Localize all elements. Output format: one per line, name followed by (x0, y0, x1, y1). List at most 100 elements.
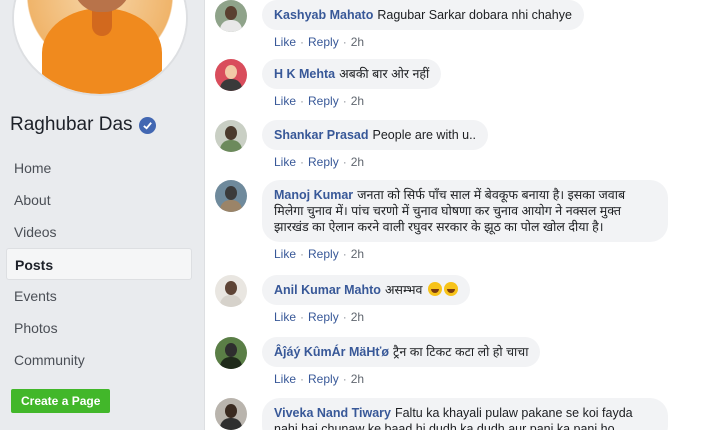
separator: · (300, 372, 305, 386)
comment-actions: Like · Reply · 2h (262, 35, 584, 49)
comment-actions: Like · Reply · 2h (262, 94, 441, 108)
like-link[interactable]: Like (274, 94, 296, 108)
comment: Âĵáý KûmÁr MäHťø ट्रैन का टिकट कटा लो हो … (215, 337, 541, 386)
comment-body: H K Mehta अबकी बार ओर नहीं Like · Reply · 2h (262, 59, 442, 108)
comment-text: ट्रैन का टिकट कटा लो हो चाचा (393, 345, 529, 359)
avatar[interactable] (215, 120, 247, 152)
avatar-body (220, 357, 242, 369)
reply-link[interactable]: Reply (308, 372, 339, 386)
separator: · (300, 310, 305, 324)
comment-body: Kashyab Mahato Ragubar Sarkar dobara nhi … (262, 0, 584, 49)
profile-photo (12, 0, 188, 96)
nav-item-events[interactable]: Events (6, 280, 192, 312)
nav-item-photos[interactable]: Photos (6, 312, 192, 344)
comment-timestamp[interactable]: 2h (351, 247, 364, 261)
comment-bubble: Shankar Prasad People are with u.. (262, 120, 489, 150)
comment-actions: Like · Reply · 2h (262, 247, 668, 261)
comment: Viveka Nand Tiwary Faltu ka khayali pulaw… (215, 398, 668, 430)
comment-body: Anil Kumar Mahto असम्भव Like · Reply · 2h (262, 275, 470, 324)
comment-bubble: Kashyab Mahato Ragubar Sarkar dobara nhi … (262, 0, 584, 30)
comment: Manoj Kumar जनता को सिर्फ पाँच साल में बे… (215, 180, 668, 261)
comment-body: Manoj Kumar जनता को सिर्फ पाँच साल में बे… (262, 180, 668, 261)
separator: · (300, 247, 305, 261)
avatar-head (225, 186, 237, 200)
comment-bubble: Âĵáý KûmÁr MäHťø ट्रैन का टिकट कटा लो हो … (262, 337, 541, 367)
verified-badge-icon (138, 116, 156, 134)
comment: Anil Kumar Mahto असम्भव Like · Reply · 2h (215, 275, 470, 324)
comment-actions: Like · Reply · 2h (262, 155, 488, 169)
comment-timestamp[interactable]: 2h (351, 372, 364, 386)
separator: · (342, 35, 347, 49)
separator: · (300, 35, 305, 49)
separator: · (342, 310, 347, 324)
comment: Shankar Prasad People are with u.. Like · R… (215, 120, 489, 169)
avatar-head (225, 126, 237, 140)
nav-item-videos[interactable]: Videos (6, 216, 192, 248)
comment-bubble: H K Mehta अबकी बार ओर नहीं (262, 59, 442, 89)
reply-link[interactable]: Reply (308, 310, 339, 324)
avatar[interactable] (215, 180, 247, 212)
like-link[interactable]: Like (274, 35, 296, 49)
like-link[interactable]: Like (274, 372, 296, 386)
avatar-head (225, 281, 237, 295)
avatar-head (225, 404, 237, 418)
separator: · (342, 372, 347, 386)
comment-text: अबकी बार ओर नहीं (339, 67, 430, 81)
comment-bubble: Manoj Kumar जनता को सिर्फ पाँच साल में बे… (262, 180, 668, 242)
comment-text: असम्भव (384, 283, 423, 297)
comment-author[interactable]: Anil Kumar Mahto (274, 283, 381, 297)
comment-author[interactable]: H K Mehta (274, 67, 335, 81)
avatar-body (220, 79, 242, 91)
comment-author[interactable]: Kashyab Mahato (274, 8, 373, 22)
avatar-head (225, 6, 237, 20)
avatar-body (220, 295, 242, 307)
reply-link[interactable]: Reply (308, 155, 339, 169)
separator: · (342, 247, 347, 261)
avatar[interactable] (215, 59, 247, 91)
nav-item-community[interactable]: Community (6, 344, 192, 376)
avatar-head (225, 343, 237, 357)
laughing-emoji-icon (427, 282, 442, 296)
comment-timestamp[interactable]: 2h (351, 35, 364, 49)
reply-link[interactable]: Reply (308, 35, 339, 49)
nav-item-about[interactable]: About (6, 184, 192, 216)
avatar[interactable] (215, 337, 247, 369)
separator: · (342, 155, 347, 169)
comment-body: Shankar Prasad People are with u.. Like · R… (262, 120, 489, 169)
avatar-head (225, 65, 237, 79)
comment-bubble: Viveka Nand Tiwary Faltu ka khayali pulaw… (262, 398, 668, 430)
comment-timestamp[interactable]: 2h (351, 155, 364, 169)
reply-link[interactable]: Reply (308, 94, 339, 108)
comment-author[interactable]: Âĵáý KûmÁr MäHťø (274, 345, 389, 359)
comment: H K Mehta अबकी बार ओर नहीं Like · Reply · 2h (215, 59, 442, 108)
comment-author[interactable]: Viveka Nand Tiwary (274, 406, 391, 420)
comment-actions: Like · Reply · 2h (262, 372, 540, 386)
avatar-body (220, 200, 242, 212)
page-nav: Home About Videos Posts Events Photos Co… (6, 152, 192, 376)
separator: · (300, 155, 305, 169)
nav-item-posts[interactable]: Posts (6, 248, 192, 280)
comment-text: Ragubar Sarkar dobara nhi chahye (377, 8, 572, 22)
page-name[interactable]: Raghubar Das (10, 114, 133, 136)
reply-link[interactable]: Reply (308, 247, 339, 261)
comment-timestamp[interactable]: 2h (351, 310, 364, 324)
avatar-body (220, 20, 242, 32)
avatar[interactable] (215, 0, 247, 32)
comment-bubble: Anil Kumar Mahto असम्भव (262, 275, 470, 305)
comment-body: Viveka Nand Tiwary Faltu ka khayali pulaw… (262, 398, 668, 430)
like-link[interactable]: Like (274, 247, 296, 261)
comment-author[interactable]: Manoj Kumar (274, 188, 353, 202)
comment-body: Âĵáý KûmÁr MäHťø ट्रैन का टिकट कटा लो हो … (262, 337, 541, 386)
avatar[interactable] (215, 398, 247, 430)
comment: Kashyab Mahato Ragubar Sarkar dobara nhi … (215, 0, 584, 49)
avatar[interactable] (215, 275, 247, 307)
comment-author[interactable]: Shankar Prasad (274, 128, 369, 142)
like-link[interactable]: Like (274, 155, 296, 169)
comment-timestamp[interactable]: 2h (351, 94, 364, 108)
create-page-button[interactable]: Create a Page (11, 389, 111, 413)
avatar-body (220, 418, 242, 430)
like-link[interactable]: Like (274, 310, 296, 324)
nav-item-home[interactable]: Home (6, 152, 192, 184)
laughing-emoji-icon (443, 282, 458, 296)
profile-picture[interactable] (12, 0, 188, 96)
